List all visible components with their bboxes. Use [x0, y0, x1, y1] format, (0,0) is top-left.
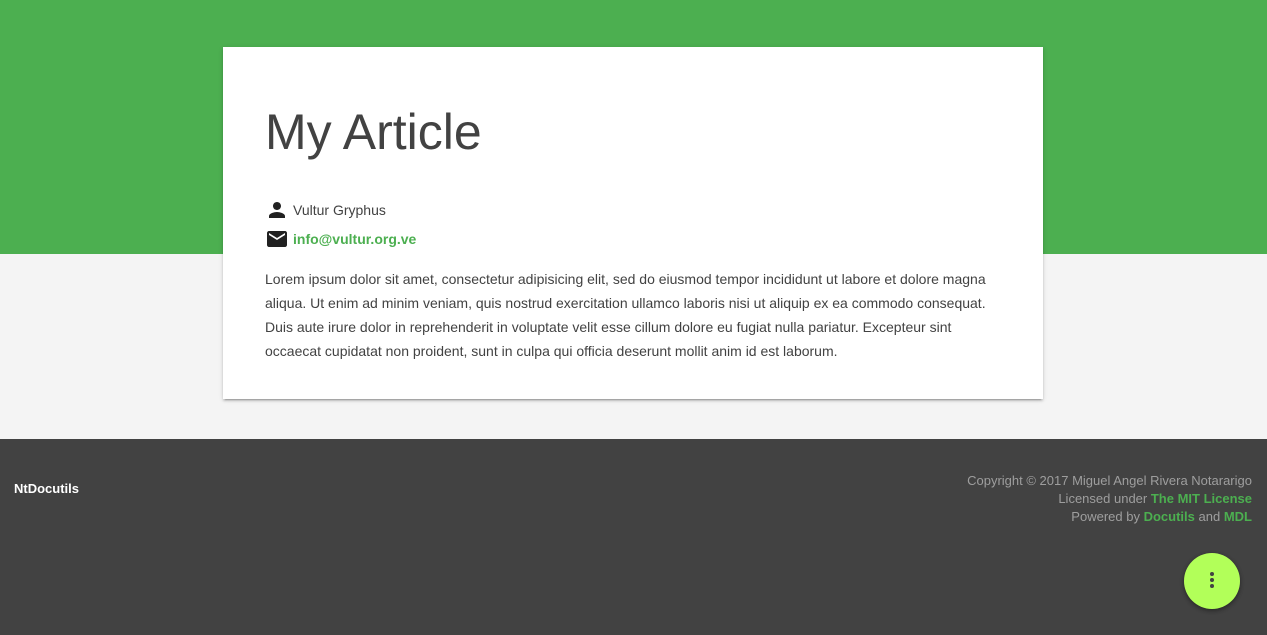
- mail-icon: [265, 227, 289, 251]
- article-body: Lorem ipsum dolor sit amet, consectetur …: [265, 271, 986, 359]
- article-card: My Article Vultur Gryphus info@vultur.or…: [223, 47, 1043, 399]
- more-options-button[interactable]: [1184, 553, 1240, 609]
- powered-and: and: [1198, 509, 1221, 524]
- footer: NtDocutils Copyright © 2017 Miguel Angel…: [0, 439, 1267, 635]
- person-icon: [265, 198, 289, 222]
- email-link[interactable]: info@vultur.org.ve: [293, 229, 416, 249]
- author-row: Vultur Gryphus: [265, 198, 386, 222]
- author-name: Vultur Gryphus: [293, 202, 386, 218]
- mdl-link[interactable]: MDL: [1224, 509, 1252, 524]
- article-title: My Article: [265, 104, 482, 160]
- more-vert-icon: [1200, 568, 1224, 595]
- email-row: info@vultur.org.ve: [265, 227, 416, 251]
- powered-prefix: Powered by: [1071, 509, 1140, 524]
- docutils-link[interactable]: Docutils: [1144, 509, 1195, 524]
- footer-legal: Copyright © 2017 Miguel Angel Rivera Not…: [967, 472, 1252, 526]
- footer-brand: NtDocutils: [14, 481, 79, 496]
- license-line: Licensed under The MIT License: [967, 490, 1252, 508]
- powered-line: Powered by Docutils and MDL: [967, 508, 1252, 526]
- copyright-text: Copyright © 2017 Miguel Angel Rivera Not…: [967, 473, 1252, 488]
- mit-license-link[interactable]: The MIT License: [1151, 491, 1252, 506]
- license-prefix: Licensed under: [1058, 491, 1148, 506]
